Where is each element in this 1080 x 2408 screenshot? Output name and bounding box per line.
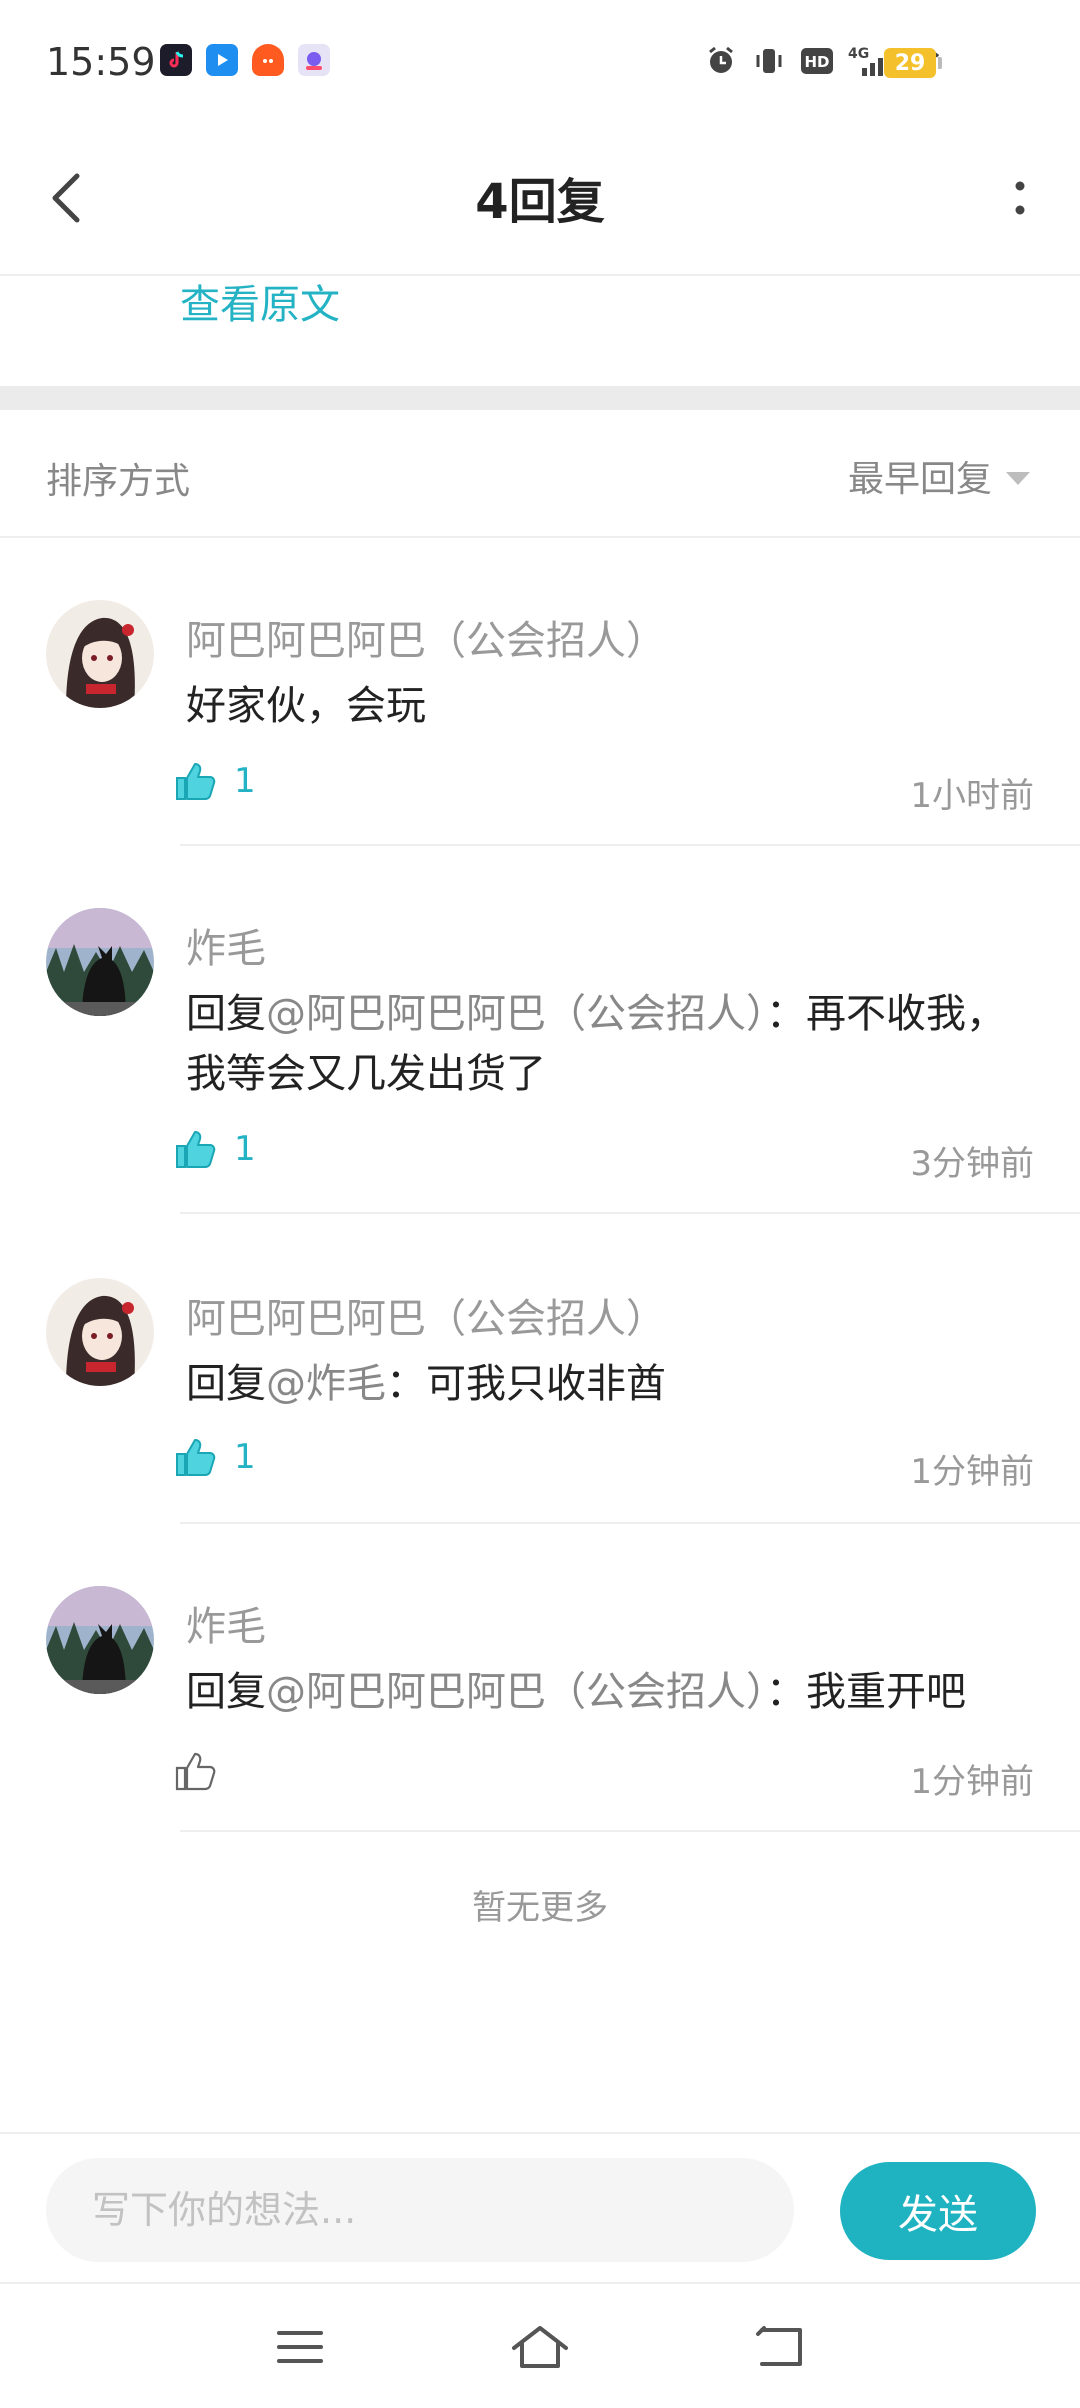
view-original-link[interactable]: 查看原文 <box>180 272 340 330</box>
no-more-label: 暂无更多 <box>472 1888 608 1928</box>
anime-girl-avatar-icon <box>46 600 154 708</box>
divider <box>180 1830 1080 1832</box>
sort-label: 排序方式 <box>46 461 191 502</box>
black-cat-avatar-icon <box>46 908 154 1016</box>
divider <box>180 1212 1080 1214</box>
bilibili-icon <box>206 44 238 76</box>
like-button[interactable] <box>174 1750 234 1792</box>
divider <box>180 844 1080 846</box>
reply-author[interactable]: 阿巴阿巴阿巴（公会招人） <box>186 1286 666 1344</box>
like-button[interactable]: 1 <box>174 1436 256 1478</box>
reply-text: ：可我只收非酋 <box>386 1361 666 1407</box>
reply-text: 好家伙，会玩 <box>186 683 426 729</box>
top-bar: 4回复 <box>0 120 1080 276</box>
like-count: 1 <box>234 1437 256 1477</box>
back-nav-button[interactable] <box>740 2312 820 2382</box>
reply-item: 炸毛 回复@阿巴阿巴阿巴（公会招人）：我重开吧 1分钟前 <box>0 1586 1080 1832</box>
home-icon <box>512 2326 568 2368</box>
reply-time: 3分钟前 <box>910 1144 1034 1184</box>
reply-time: 1分钟前 <box>910 1762 1034 1802</box>
reply-mention[interactable]: @阿巴阿巴阿巴（公会招人） <box>266 991 766 1037</box>
reply-prefix: 回复 <box>186 991 266 1037</box>
system-nav-bar <box>0 2282 1080 2408</box>
reply-content: 回复@阿巴阿巴阿巴（公会招人）：我重开吧 <box>186 1662 1026 1722</box>
battery-indicator: 29 <box>884 48 942 78</box>
status-bar: 15:59 HD 4G 29 <box>0 0 1080 120</box>
avatar[interactable] <box>46 1278 154 1386</box>
anime-girl-avatar-icon <box>46 1278 154 1386</box>
like-count: 1 <box>234 761 256 801</box>
app-icon <box>298 44 330 76</box>
comment-bar: 发送 <box>0 2132 1080 2282</box>
sort-row: 排序方式 最早回复 <box>0 410 1080 538</box>
reply-prefix: 回复 <box>186 1361 266 1407</box>
back-icon <box>756 2326 802 2366</box>
reply-content: 回复@炸毛：可我只收非酋 <box>186 1354 1026 1414</box>
send-button[interactable]: 发送 <box>840 2162 1036 2260</box>
comment-input[interactable] <box>46 2158 794 2262</box>
more-button[interactable] <box>990 158 1050 238</box>
avatar[interactable] <box>46 908 154 1016</box>
tiktok-icon <box>160 44 192 76</box>
menu-button[interactable] <box>260 2312 340 2382</box>
reply-mention[interactable]: @炸毛 <box>266 1361 386 1407</box>
divider <box>180 1522 1080 1524</box>
caret-down-icon <box>1006 471 1030 485</box>
reply-item: 炸毛 回复@阿巴阿巴阿巴（公会招人）：再不收我，我等会又几发出货了 1 3分钟前 <box>0 908 1080 1214</box>
reply-author[interactable]: 阿巴阿巴阿巴（公会招人） <box>186 608 666 666</box>
page-title: 4回复 <box>475 174 605 230</box>
hd-icon: HD <box>800 44 834 78</box>
reply-item: 阿巴阿巴阿巴（公会招人） 好家伙，会玩 1 1小时前 <box>0 600 1080 846</box>
hd-label: HD <box>804 53 829 71</box>
home-button[interactable] <box>500 2312 580 2382</box>
reply-content: 好家伙，会玩 <box>186 676 1026 736</box>
reply-text: ：我重开吧 <box>766 1669 966 1715</box>
status-time: 15:59 <box>46 40 156 84</box>
more-vertical-icon <box>1015 181 1025 215</box>
taobao-icon <box>252 44 284 76</box>
reply-author[interactable]: 炸毛 <box>186 916 266 974</box>
vibrate-icon <box>752 44 786 78</box>
thumbs-up-filled-icon <box>176 1131 216 1168</box>
menu-icon <box>277 2331 323 2363</box>
alarm-icon <box>704 44 738 78</box>
avatar[interactable] <box>46 1586 154 1694</box>
reply-time: 1小时前 <box>910 776 1034 816</box>
sort-selected-value: 最早回复 <box>847 459 992 500</box>
reply-item: 阿巴阿巴阿巴（公会招人） 回复@炸毛：可我只收非酋 1 1分钟前 <box>0 1278 1080 1524</box>
reply-time: 1分钟前 <box>910 1452 1034 1492</box>
thumbs-up-outline-icon <box>175 1752 216 1791</box>
reply-content: 回复@阿巴阿巴阿巴（公会招人）：再不收我，我等会又几发出货了 <box>186 984 1026 1104</box>
like-button[interactable]: 1 <box>174 1128 256 1170</box>
black-cat-avatar-icon <box>46 1586 154 1694</box>
like-count: 1 <box>234 1129 256 1169</box>
status-app-icons <box>160 44 330 76</box>
avatar[interactable] <box>46 600 154 708</box>
reply-author[interactable]: 炸毛 <box>186 1594 266 1652</box>
network-label: 4G <box>848 46 869 62</box>
reply-prefix: 回复 <box>186 1669 266 1715</box>
thumbs-up-filled-icon <box>176 763 216 800</box>
reply-mention[interactable]: @阿巴阿巴阿巴（公会招人） <box>266 1669 766 1715</box>
sort-dropdown[interactable]: 最早回复 <box>848 450 1030 502</box>
section-divider <box>0 386 1080 410</box>
like-button[interactable]: 1 <box>174 760 256 802</box>
thumbs-up-filled-icon <box>176 1439 216 1476</box>
